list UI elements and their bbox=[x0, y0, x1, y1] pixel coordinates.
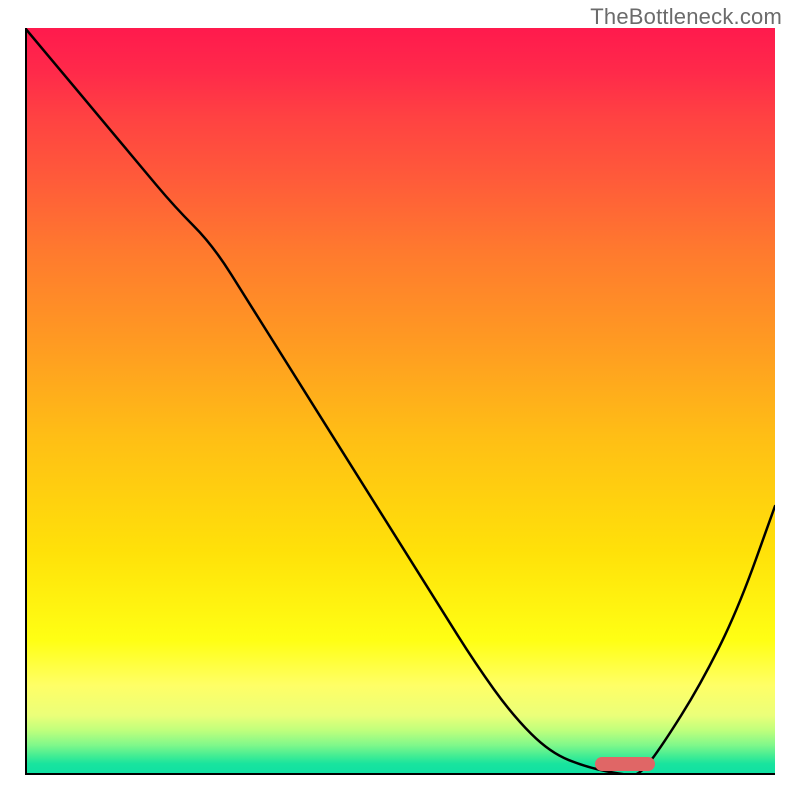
bottleneck-curve bbox=[25, 28, 775, 775]
watermark-text: TheBottleneck.com bbox=[590, 4, 782, 30]
optimal-range-marker bbox=[595, 757, 655, 771]
chart-container: TheBottleneck.com bbox=[0, 0, 800, 800]
